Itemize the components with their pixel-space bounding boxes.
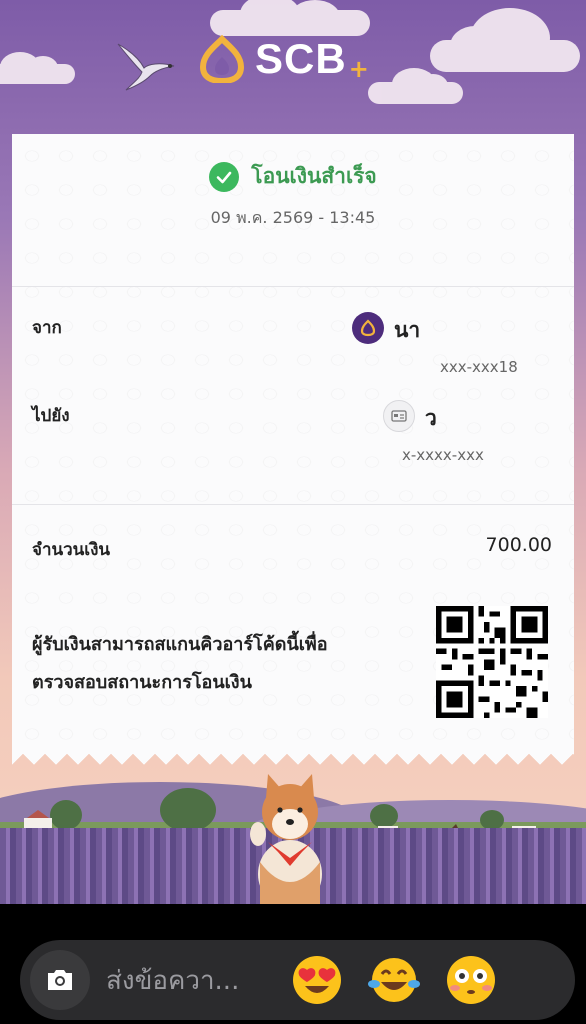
divider — [12, 504, 574, 505]
transfer-slip: SCB + โอนเงินสำเร็จ 09 พ.ค. 2569 - 13:45… — [0, 0, 586, 904]
cloud-decoration — [210, 0, 370, 36]
tree-decoration — [50, 800, 82, 830]
qr-code — [436, 606, 548, 718]
to-label: ไปยัง — [32, 406, 70, 426]
transaction-datetime: 09 พ.ค. 2569 - 13:45 — [210, 208, 376, 227]
receipt-card: โอนเงินสำเร็จ 09 พ.ค. 2569 - 13:45 จาก น… — [12, 134, 574, 744]
message-composer[interactable]: ส่งข้อควา... — [20, 940, 575, 1020]
flushed-emoji[interactable] — [445, 954, 497, 1006]
divider — [12, 286, 574, 287]
qr-instructions-line: ผู้รับเงินสามารถสแกนคิวอาร์โค้ดนี้เพื่อ — [32, 634, 328, 655]
cloud-decoration — [0, 52, 75, 84]
cloud-decoration — [430, 8, 580, 72]
scb-logo: SCB + — [197, 34, 369, 84]
scb-lotus-icon — [199, 35, 245, 83]
amount-label: จำนวนเงิน — [32, 540, 111, 560]
to-name: ว — [425, 406, 437, 430]
camera-icon — [48, 970, 72, 990]
receipt-torn-edge — [12, 743, 574, 765]
tree-decoration — [370, 804, 398, 828]
tears-of-joy-emoji[interactable] — [368, 954, 420, 1006]
from-name: นา — [394, 318, 421, 342]
from-label: จาก — [32, 318, 62, 338]
qr-instructions-line: ตรวจสอบสถานะการโอนเงิน — [32, 672, 252, 693]
camera-button[interactable] — [30, 950, 90, 1010]
status-text: โอนเงินสำเร็จ — [251, 164, 377, 188]
heart-eyes-emoji[interactable] — [291, 954, 343, 1006]
scb-account-icon — [352, 312, 384, 344]
qr-instructions: ผู้รับเงินสามารถสแกนคิวอาร์โค้ดนี้เพื่อ … — [32, 626, 392, 702]
tree-decoration — [160, 788, 216, 832]
brand-name: SCB — [255, 35, 347, 82]
shiba-dog-illustration — [250, 774, 322, 904]
tree-decoration — [480, 810, 504, 830]
amount-value: 700.00 — [485, 534, 552, 556]
bank-card-icon — [383, 400, 415, 432]
status-row: โอนเงินสำเร็จ — [12, 160, 574, 193]
message-input[interactable]: ส่งข้อควา... — [106, 960, 266, 1001]
from-account: xxx-xxx18 — [440, 358, 518, 376]
brand-plus: + — [348, 55, 369, 83]
cloud-decoration — [368, 68, 463, 104]
to-account: x-xxxx-xxx — [402, 446, 484, 464]
check-circle-icon — [209, 161, 240, 192]
bird-icon — [117, 43, 175, 91]
